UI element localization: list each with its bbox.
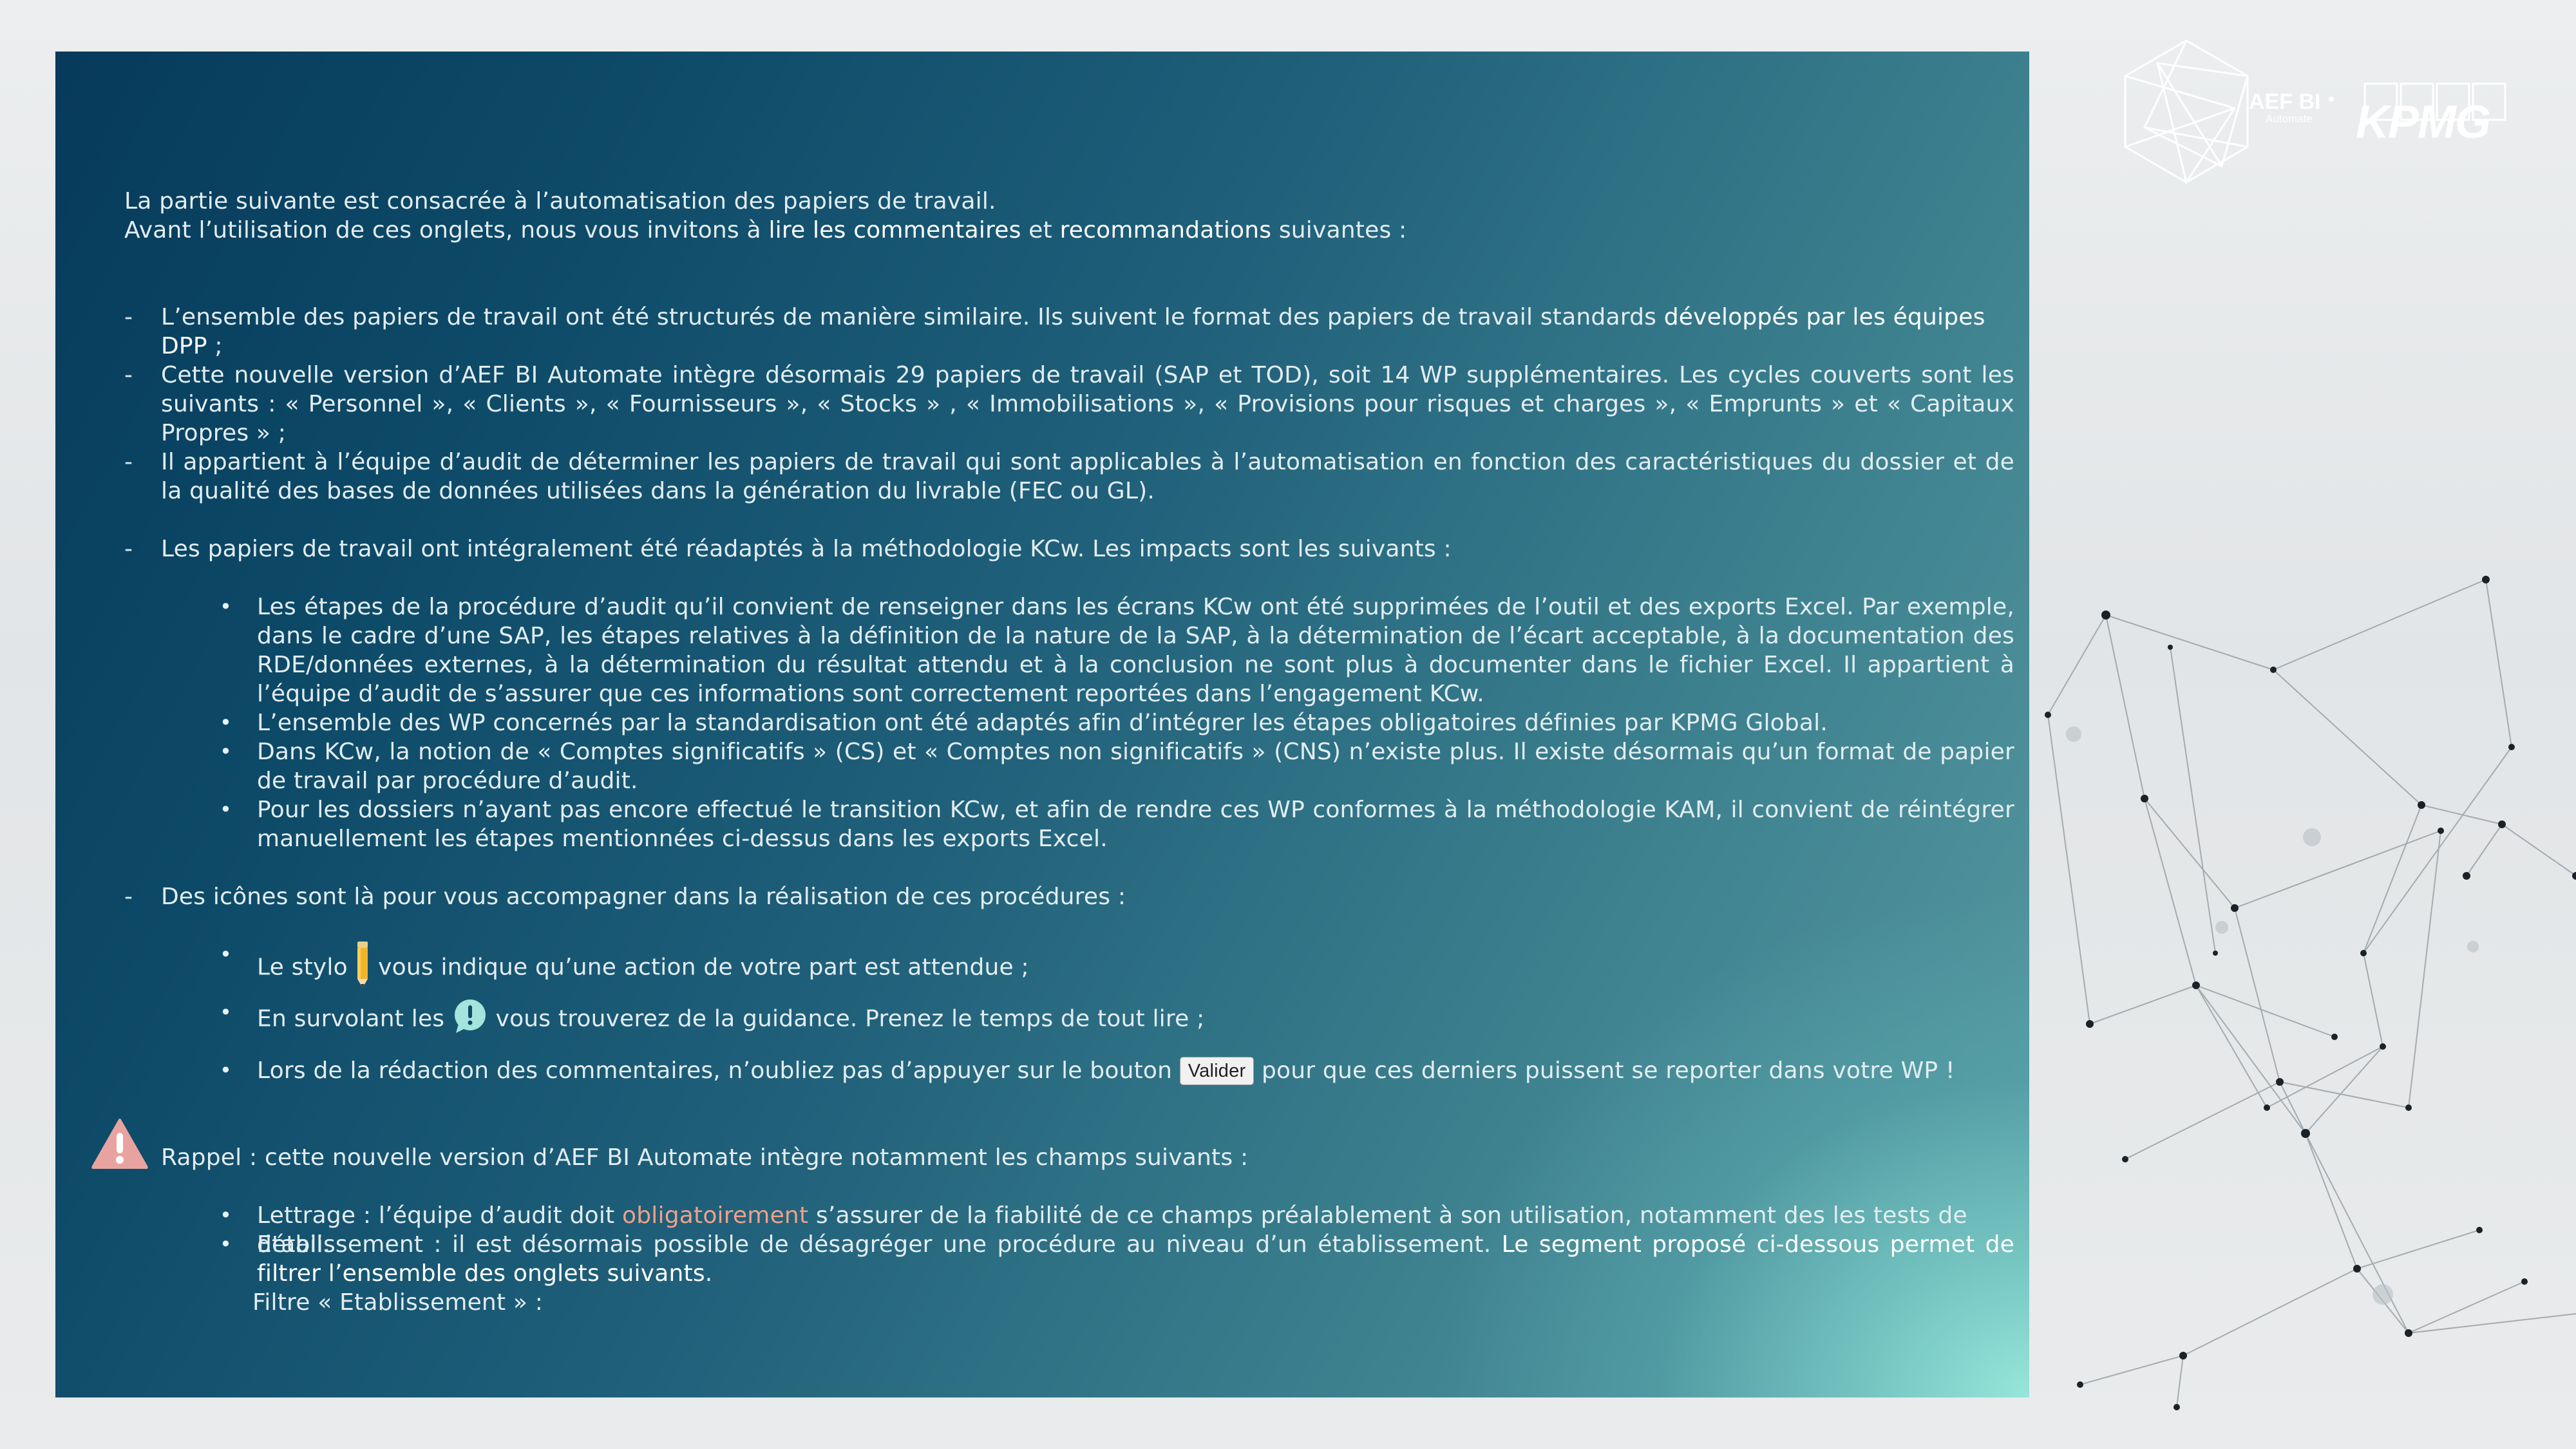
intro-text: et (1021, 217, 1060, 243)
icon-help-text: vous trouverez de la guidance. Prenez le… (495, 1005, 1205, 1032)
aef-logo-dot (2329, 97, 2334, 102)
item-new-version: Cette nouvelle version d’AEF BI Automate… (161, 362, 2014, 446)
kcw-impact-significant-accounts: Dans KCw, la notion de « Comptes signifi… (257, 739, 2014, 794)
icon-help-text: Le stylo (257, 954, 355, 981)
bullet-marker: • (220, 594, 232, 619)
dash-marker: - (124, 449, 133, 475)
item-applicability: Il appartient à l’équipe d’audit de déte… (161, 449, 2014, 504)
item-text: L’ensemble des papiers de travail ont ét… (161, 304, 1664, 330)
kcw-impact-transition: Pour les dossiers n’ayant pas encore eff… (257, 797, 2014, 852)
rappel-emphasis-mandatory: obligatoirement (622, 1202, 809, 1229)
icon-help-text: En survolant les (257, 1005, 452, 1032)
intro-emphasis-comments: lire les commentaires (768, 217, 1021, 243)
rappel-etablissement: Etablissement : il est désormais possibl… (257, 1230, 2014, 1288)
icon-help-guidance: En survolant les vous trouverez de la gu… (257, 998, 2014, 1041)
kcw-impact-steps-removed: Les étapes de la procédure d’audit qu’il… (257, 594, 2014, 707)
aef-logo-title: AEF BI (2249, 90, 2321, 114)
intro-emphasis-recommendations: recommandations (1059, 217, 1272, 243)
bullet-marker: • (220, 797, 232, 822)
bullet-marker: • (220, 710, 232, 735)
intro-line-2: Avant l’utilisation de ces onglets, nous… (124, 216, 1992, 245)
kpmg-logo: KPMG (2356, 97, 2491, 148)
intro-line-1: La partie suivante est consacrée à l’aut… (124, 188, 996, 214)
item-structure: L’ensemble des papiers de travail ont ét… (161, 303, 2014, 361)
valider-button[interactable]: Valider (1179, 1057, 1255, 1085)
icon-help-validate: Lors de la rédaction des commentaires, n… (257, 1056, 2014, 1085)
rappel-text: Etablissement : il est désormais possibl… (257, 1231, 1502, 1258)
item-icons: Des icônes sont là pour vous accompagner… (161, 884, 1126, 910)
bullet-marker: • (220, 1000, 232, 1025)
instructions-panel: La partie suivante est consacrée à l’aut… (55, 52, 2029, 1397)
pencil-icon (355, 940, 370, 996)
kcw-impact-standardisation: L’ensemble des WP concernés par la stand… (257, 710, 1828, 736)
icon-help-text: Lors de la rédaction des commentaires, n… (257, 1057, 1180, 1084)
dash-marker: - (124, 362, 133, 388)
item-kcw-methodology: Les papiers de travail ont intégralement… (161, 536, 1452, 562)
icon-help-text: pour que ces derniers puissent se report… (1254, 1057, 1955, 1084)
intro-text: Avant l’utilisation de ces onglets, nous… (124, 217, 769, 243)
dash-marker: - (124, 884, 133, 910)
intro-text: suivantes : (1271, 217, 1407, 243)
rappel-title: Rappel : cette nouvelle version d’AEF BI… (161, 1144, 1249, 1171)
dash-marker: - (124, 304, 133, 330)
warning-triangle-icon (91, 1119, 148, 1169)
dash-marker: - (124, 536, 133, 562)
filter-etablissement-label: Filtre « Etablissement » : (252, 1289, 544, 1316)
bullet-marker: • (220, 739, 232, 764)
icon-help-pencil: Le stylo vous indique qu’une action de v… (257, 940, 2014, 996)
item-text: ; (207, 333, 223, 359)
icon-help-text: vous indique qu’une action de votre part… (378, 954, 1029, 981)
bullet-marker: • (220, 942, 232, 967)
logo-area: AEF BI Automate KPMG (2119, 37, 2506, 185)
bullet-marker: • (220, 1203, 232, 1227)
exclamation-bubble-icon[interactable] (452, 998, 488, 1041)
rappel-text: Lettrage : l’équipe d’audit doit (257, 1202, 623, 1229)
bullet-marker: • (220, 1232, 232, 1256)
aef-logo-subtitle: Automate (2266, 113, 2313, 125)
aef-hexagon-logo (2124, 39, 2249, 185)
network-background (2045, 576, 2576, 1410)
bullet-marker: • (220, 1058, 232, 1083)
